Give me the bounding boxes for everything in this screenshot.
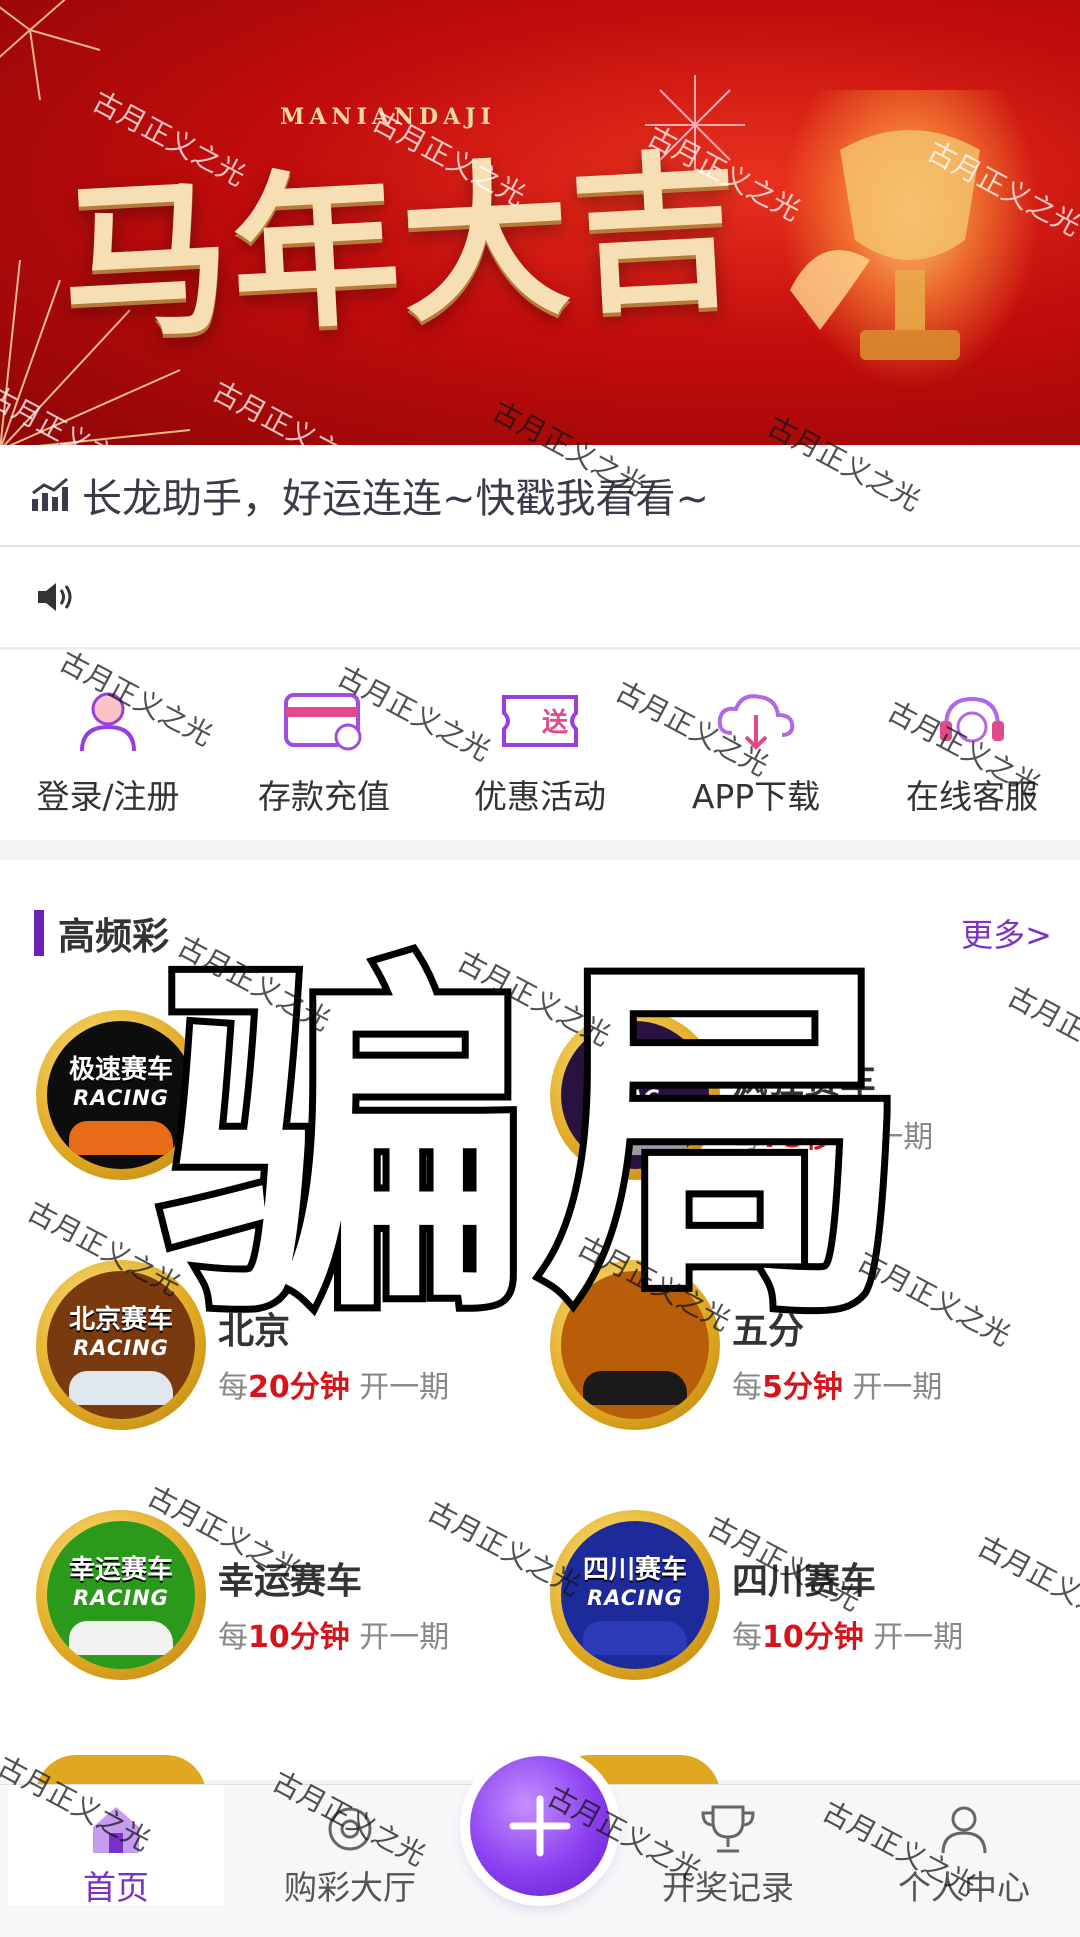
home-icon — [86, 1803, 146, 1855]
freq-prefix: 每 — [732, 1620, 762, 1655]
race-car-icon — [69, 1621, 173, 1655]
chart-bars-icon — [30, 477, 70, 513]
headset-icon — [930, 686, 1014, 756]
game-frequency: 每10分钟 开一期 — [732, 1612, 963, 1656]
freq-suffix: 开一期 — [852, 1370, 943, 1405]
quick-promotions[interactable]: 送 优惠活动 — [432, 650, 648, 818]
race-car-icon — [583, 1371, 687, 1405]
tab-draw-records[interactable]: 开奖记录 — [620, 1785, 836, 1907]
tab-label: 购彩大厅 — [284, 1868, 416, 1907]
game-frequency: 每20分钟 开一期 — [218, 1362, 449, 1406]
long-dragon-assistant-bar[interactable]: 长龙助手，好运连连~快戳我看看~ — [0, 445, 1080, 547]
firework-decoration — [0, 0, 101, 101]
tab-profile[interactable]: 个人中心 — [856, 1785, 1072, 1907]
game-coin-icon: 四川赛车 RACING — [550, 1510, 720, 1680]
tab-label: 个人中心 — [898, 1868, 1030, 1907]
coin-title: 四川赛车 — [582, 1555, 687, 1585]
tab-lottery-hall[interactable]: 购彩大厅 — [242, 1785, 458, 1907]
quick-deposit[interactable]: 存款充值 — [216, 650, 432, 818]
user-icon — [66, 686, 150, 756]
game-coin-icon: 幸运赛车 RACING — [36, 1510, 206, 1680]
tab-label: 开奖记录 — [662, 1868, 794, 1907]
game-name: 幸运赛车 — [218, 1561, 363, 1602]
freq-prefix: 每 — [218, 1370, 248, 1405]
speaker-icon — [36, 580, 76, 614]
game-frequency: 每10分钟 开一期 — [218, 1612, 449, 1656]
trophy-horse-graphic — [780, 90, 1040, 390]
coin-title: 幸运赛车 — [68, 1555, 173, 1585]
svg-text:送: 送 — [542, 708, 568, 738]
coin-subtitle: RACING — [73, 1586, 169, 1610]
quick-app-download[interactable]: APP下载 — [648, 650, 864, 818]
hero-banner[interactable]: MANIANDAJI 马年大吉 — [0, 0, 1080, 445]
game-card[interactable]: 四川赛车 RACING 四川赛车 每10分钟 开一期 — [550, 1510, 1070, 1700]
quick-label: APP下载 — [691, 777, 821, 816]
quick-login-register[interactable]: 登录/注册 — [0, 650, 216, 818]
section-header: 高频彩 — [34, 906, 169, 960]
freq-value: 10分钟 — [248, 1620, 350, 1655]
freq-prefix: 每 — [218, 1620, 248, 1655]
lottery-ball-icon — [320, 1803, 380, 1855]
freq-value: 10分钟 — [762, 1620, 864, 1655]
coin-subtitle: RACING — [73, 1336, 169, 1360]
banner-slogan: 马年大吉 — [56, 130, 747, 364]
game-name: 四川赛车 — [732, 1561, 877, 1602]
assistant-text: 长龙助手，好运连连~快戳我看看~ — [82, 476, 710, 522]
game-frequency: 每5分钟 开一期 — [732, 1362, 942, 1406]
profile-icon — [934, 1803, 994, 1855]
quick-label: 登录/注册 — [36, 777, 180, 816]
quick-customer-service[interactable]: 在线客服 — [864, 650, 1080, 818]
quick-menu: 登录/注册 存款充值 送 优惠活动 APP下载 在线客服 — [0, 650, 1080, 840]
freq-value: 20分钟 — [248, 1370, 350, 1405]
section-accent-bar — [34, 910, 44, 956]
freq-suffix: 开一期 — [873, 1620, 964, 1655]
tab-home[interactable]: 首页 — [8, 1785, 224, 1907]
cloud-download-icon — [714, 686, 798, 756]
freq-suffix: 开一期 — [359, 1620, 450, 1655]
race-car-icon — [583, 1621, 687, 1655]
gift-ticket-icon: 送 — [498, 686, 582, 756]
freq-prefix: 每 — [732, 1370, 762, 1405]
quick-label: 在线客服 — [906, 777, 1038, 816]
more-link[interactable]: 更多> — [961, 910, 1052, 956]
credit-card-icon — [282, 686, 366, 756]
race-car-icon — [69, 1371, 173, 1405]
game-card[interactable]: 幸运赛车 RACING 幸运赛车 每10分钟 开一期 — [36, 1510, 556, 1700]
freq-suffix: 开一期 — [359, 1370, 450, 1405]
freq-value: 5分钟 — [762, 1370, 843, 1405]
quick-label: 优惠活动 — [474, 777, 606, 816]
trophy-icon — [698, 1803, 758, 1855]
center-add-button[interactable] — [470, 1756, 610, 1896]
tab-label: 首页 — [83, 1868, 149, 1907]
section-title: 高频彩 — [58, 915, 169, 958]
plus-icon — [509, 1795, 571, 1857]
announcement-bar[interactable] — [0, 547, 1080, 649]
scam-warning-overlay: 骗局 — [153, 930, 920, 1360]
coin-subtitle: RACING — [587, 1586, 683, 1610]
quick-label: 存款充值 — [258, 777, 390, 816]
